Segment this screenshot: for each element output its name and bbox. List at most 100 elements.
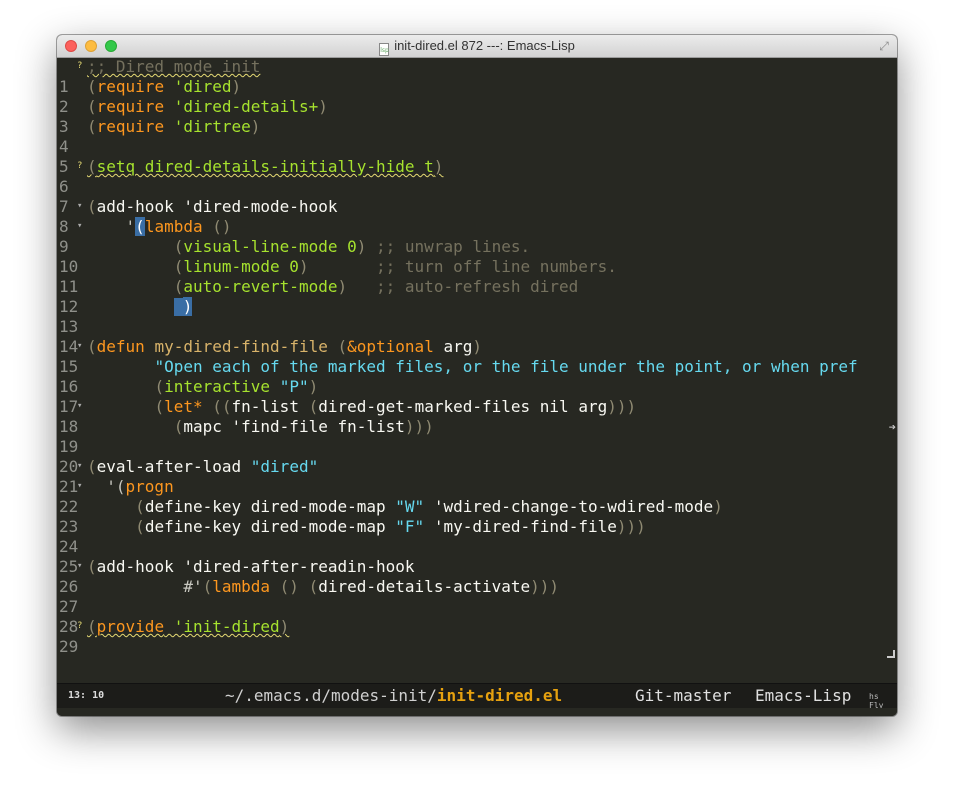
- function: define-key dired-mode-map: [144, 497, 386, 516]
- keyword: defun: [96, 337, 145, 356]
- comment: ;; unwrap lines.: [376, 237, 531, 256]
- function: add-hook: [96, 557, 174, 576]
- symbol: 'dirtree: [173, 117, 251, 136]
- function-name: my-dired-find-file: [154, 337, 328, 356]
- fullscreen-icon[interactable]: ⤢: [877, 39, 891, 53]
- keyword: progn: [125, 477, 174, 496]
- code-line: 8 ▾ (add-hook 'dired-mode-hook: [59, 197, 338, 236]
- code-line: 15 ▾ (defun my-dired-find-file (&optional…: [59, 337, 483, 376]
- code-line: 3 (require 'dired-details+): [59, 97, 328, 136]
- code-line: 28: [57, 597, 897, 636]
- code-line: 18 ▾ (let* ((fn-list (dired-get-marked-fi…: [59, 397, 637, 436]
- string: "dired": [250, 457, 319, 476]
- variable: fn-list: [231, 397, 299, 416]
- cursor: [173, 298, 183, 316]
- code-line: 5: [57, 137, 897, 176]
- code-line: 1? ;; Dired mode init: [57, 57, 897, 96]
- comment: ;; auto-refresh dired: [376, 277, 579, 296]
- string: "P": [279, 377, 309, 396]
- function: auto-revert-mode: [183, 277, 338, 296]
- flycheck-warning-icon: ?: [77, 61, 83, 71]
- fold-arrow-icon[interactable]: ▾: [77, 457, 87, 475]
- code-line: 26 ▾ (add-hook 'dired-after-readin-hook: [59, 557, 415, 596]
- major-mode[interactable]: Emacs-Lisp: [755, 686, 851, 705]
- comment: ;; Dired mode init: [87, 57, 261, 76]
- window-title: lsp init-dired.el 872 ---: Emacs-Lisp: [57, 38, 897, 56]
- fold-arrow-icon[interactable]: ▾: [77, 217, 87, 235]
- keyword: require: [96, 117, 165, 136]
- title-bar: lsp init-dired.el 872 ---: Emacs-Lisp ⤢: [57, 35, 897, 58]
- function-call: dired-get-marked-files nil arg: [318, 397, 608, 416]
- buffer-file-name: init-dired.el: [436, 686, 563, 705]
- string: "W": [395, 497, 425, 516]
- buffer-path[interactable]: ~/.emacs.d/modes-init/init-dired.el: [225, 686, 562, 705]
- argument: 'my-dired-find-file: [433, 517, 617, 536]
- minibuffer[interactable]: [57, 708, 897, 716]
- keyword: require: [96, 97, 165, 116]
- code-line: 25: [57, 537, 897, 576]
- function: mapc: [183, 417, 222, 436]
- docstring: "Open each of the marked files, or the f…: [154, 357, 858, 376]
- buffer-end-marker: [887, 650, 895, 658]
- keyword: lambda: [212, 577, 271, 596]
- vc-branch[interactable]: Git-master: [635, 686, 731, 705]
- fold-arrow-icon[interactable]: ▾: [77, 397, 87, 415]
- comment: ;; turn off line numbers.: [376, 257, 617, 276]
- code-line: 12 (auto-revert-mode) ;; auto-refresh di…: [59, 277, 579, 316]
- code-line: 29? (provide 'init-dired): [59, 617, 290, 656]
- symbol: 'dired-mode-hook: [173, 197, 338, 216]
- emacs-window: lsp init-dired.el 872 ---: Emacs-Lisp ⤢ 1…: [57, 35, 897, 716]
- code-line: 2 (require 'dired): [59, 77, 242, 116]
- keyword: lambda: [144, 217, 203, 236]
- string: "F": [395, 517, 425, 536]
- code-line: 14: [57, 317, 897, 356]
- flycheck-warning-icon: ?: [77, 161, 83, 171]
- code-line: 19 (mapc 'find-file fn-list))): [59, 417, 434, 456]
- function: eval-after-load: [96, 457, 242, 476]
- code-line: 6? (setq dired-details-initially-hide t): [59, 157, 444, 196]
- quote: '(: [106, 477, 126, 496]
- function: define-key dired-mode-map: [144, 517, 386, 536]
- code-line: 20: [57, 437, 897, 476]
- document-icon: lsp: [379, 43, 390, 56]
- code-line: 7: [57, 177, 897, 216]
- function: visual-line-mode 0: [183, 237, 357, 256]
- argument: 'find-file fn-list: [221, 417, 405, 436]
- code-line: 13 ): [59, 297, 193, 336]
- code-line: 16 "Open each of the marked files, or th…: [57, 357, 897, 434]
- fold-arrow-icon[interactable]: ▾: [77, 197, 87, 215]
- code-line: 4 (require 'dirtree): [59, 117, 261, 156]
- fold-arrow-icon[interactable]: ▾: [77, 477, 87, 495]
- line-number: 29: [59, 637, 79, 656]
- code-line: 9 ▾ '(lambda (): [59, 217, 232, 256]
- window-title-text: init-dired.el 872 ---: Emacs-Lisp: [394, 38, 575, 53]
- code-line: 10 (visual-line-mode 0) ;; unwrap lines.: [59, 237, 531, 276]
- argument: 'wdired-change-to-wdired-mode: [433, 497, 714, 516]
- code-line: 17 (interactive "P"): [59, 377, 319, 416]
- flycheck-warning-icon: ?: [77, 621, 83, 631]
- fold-arrow-icon[interactable]: ▾: [77, 337, 87, 355]
- editor-buffer[interactable]: 1? ;; Dired mode init 2 (require 'dired)…: [57, 57, 897, 683]
- symbol: 'init-dired: [164, 617, 280, 636]
- fold-arrow-icon[interactable]: ▾: [77, 557, 87, 575]
- code-line: 11 (linum-mode 0) ;; turn off line numbe…: [59, 257, 617, 296]
- keyword: &optional: [347, 337, 434, 356]
- keyword: provide: [96, 617, 165, 636]
- code-line: 27 #'(lambda () (dired-details-activate)…: [59, 577, 560, 616]
- cursor-position: 13: 10: [68, 690, 105, 701]
- symbol: 'dired-details+: [173, 97, 319, 116]
- symbol: 'dired: [173, 77, 232, 96]
- form: setq dired-details-initially-hide t: [96, 157, 434, 176]
- quote: ': [125, 217, 136, 236]
- keyword: let*: [164, 397, 203, 416]
- function: add-hook: [96, 197, 174, 216]
- code-line: 21 ▾ (eval-after-load "dired": [59, 457, 319, 496]
- path-prefix: ~/.emacs.d/modes-init/: [225, 686, 437, 705]
- quote: #': [183, 577, 203, 596]
- code-line: 22 ▾ '(progn: [57, 477, 897, 516]
- function: linum-mode 0: [183, 257, 299, 276]
- function: dired-details-activate: [318, 577, 531, 596]
- code-line: 24 (define-key dired-mode-map "F" 'my-di…: [59, 517, 646, 556]
- mode-line: 13: 10 ~/.emacs.d/modes-init/init-dired.…: [57, 683, 897, 710]
- function: interactive: [164, 377, 271, 396]
